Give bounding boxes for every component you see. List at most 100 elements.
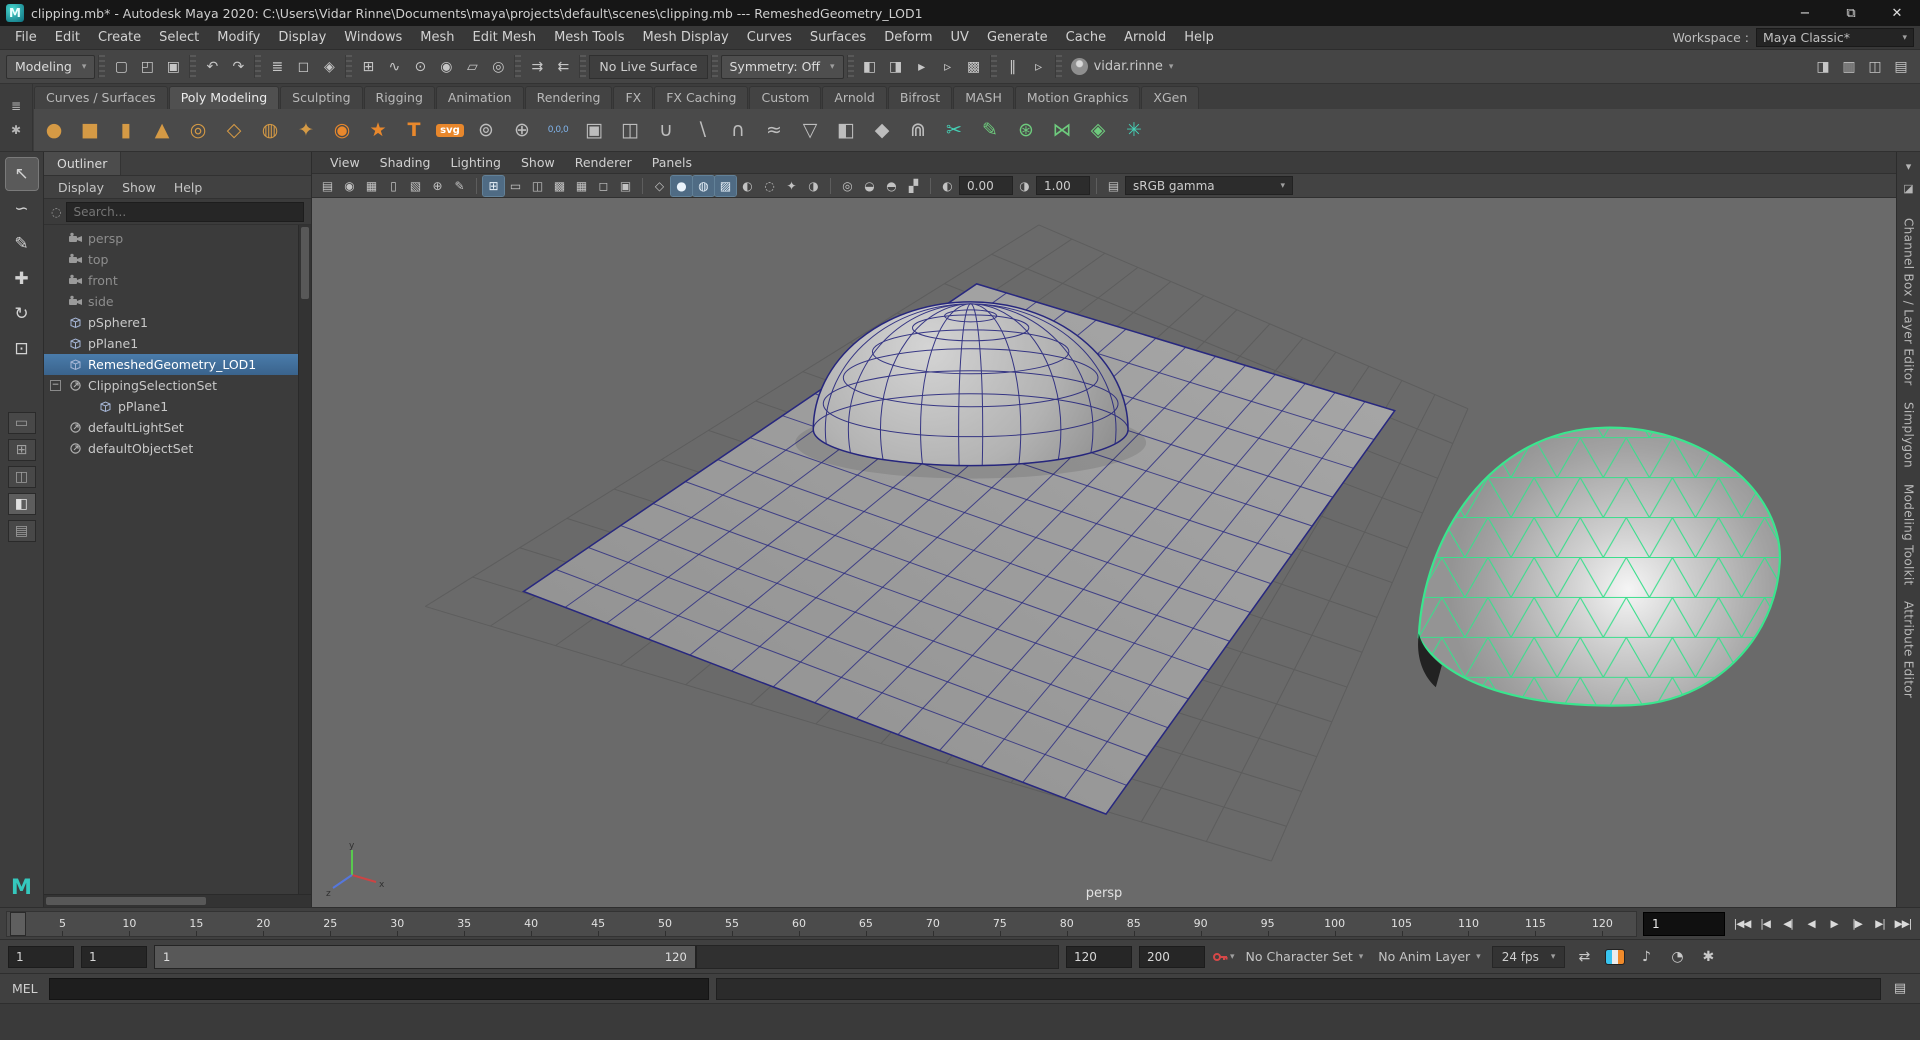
outliner-row-remeshedgeometry-lod1[interactable]: RemeshedGeometry_LOD1 [44,354,298,375]
symmetry-dropdown[interactable]: Symmetry: Off ▾ [721,55,844,79]
svg-tool-icon[interactable]: svg [433,113,467,147]
animation-preferences-icon[interactable]: ✱ [1696,945,1720,969]
poly-cone-icon[interactable]: ▲ [145,113,179,147]
collapse-handle[interactable] [189,55,196,78]
collapse-handle[interactable] [514,55,521,78]
timeline-tick[interactable]: 60 [765,912,832,936]
target-weld-icon[interactable]: ⊛ [1009,113,1043,147]
viewport-menu-item[interactable]: Show [511,155,565,170]
timeline-tick[interactable]: 120 [1569,912,1636,936]
menubar-item[interactable]: Create [89,26,150,49]
outliner-row-persp[interactable]: persp [44,228,298,249]
render-settings-icon[interactable]: ▩ [961,54,987,80]
open-render-view-icon[interactable]: ◧ [857,54,883,80]
minimize-button[interactable]: − [1782,0,1828,26]
poly-cylinder-icon[interactable]: ▮ [109,113,143,147]
command-language-toggle[interactable]: MEL [8,981,42,996]
viewport-menu-item[interactable]: Renderer [565,155,642,170]
menubar-item[interactable]: Surfaces [801,26,875,49]
gamma-icon[interactable]: ◑ [1014,176,1035,196]
shelf-tab[interactable]: Custom [749,86,821,109]
viewport-menu-item[interactable]: Lighting [440,155,511,170]
outliner-menu-item[interactable]: Display [50,180,112,195]
exposure-icon[interactable]: ◐ [937,176,958,196]
lighting-icon[interactable]: ✦ [781,176,802,196]
safe-action-icon[interactable]: ◻ [593,176,614,196]
viewport-menu-item[interactable]: View [320,155,370,170]
grid-toggle-icon[interactable]: ⊞ [483,176,504,196]
shelf-tab[interactable]: Arnold [822,86,886,109]
pause-viewport-icon[interactable]: ‖ [1000,54,1026,80]
select-object-icon[interactable]: ◻ [290,54,316,80]
menubar-item[interactable]: Help [1175,26,1223,49]
resume-viewport-icon[interactable]: ▹ [1026,54,1052,80]
layout-two-pane-button[interactable]: ◫ [8,466,36,488]
safe-title-icon[interactable]: ▣ [615,176,636,196]
gate-mask-icon[interactable]: ▩ [549,176,570,196]
collapse-handle[interactable] [990,55,997,78]
step-back-key-button[interactable]: ◀| [1777,912,1799,936]
timeline-tick[interactable]: 95 [1234,912,1301,936]
step-back-frame-button[interactable]: |◀ [1754,912,1776,936]
textured-icon[interactable]: ▨ [715,176,736,196]
toggle-modeling-toolkit-icon[interactable]: ◨ [1810,54,1836,80]
character-set-dropdown[interactable]: No Character Set ▾ [1242,949,1368,964]
menubar-item[interactable]: Edit Mesh [464,26,546,49]
timeline-tick[interactable]: 55 [699,912,766,936]
play-forwards-button[interactable]: ▶ [1823,912,1845,936]
collapse-handle[interactable] [98,55,105,78]
anim-layer-dropdown[interactable]: No Anim Layer ▾ [1374,949,1484,964]
shelf-tab[interactable]: Bifrost [888,86,952,109]
make-live-icon[interactable]: ◎ [485,54,511,80]
connect-icon[interactable]: ⋈ [1045,113,1079,147]
shelf-tab[interactable]: Animation [436,86,524,109]
snap-to-point-icon[interactable]: ⊙ [407,54,433,80]
boolean-difference-icon[interactable]: ∖ [685,113,719,147]
sphere-interactive-icon[interactable]: ◉ [325,113,359,147]
menubar-item[interactable]: Arnold [1115,26,1175,49]
wireframe-on-shaded-icon[interactable]: ◍ [693,176,714,196]
toggle-tool-settings-icon[interactable]: ◫ [1862,54,1888,80]
timeline-tick[interactable]: 70 [899,912,966,936]
range-active-region[interactable]: 1 120 [155,946,697,968]
outliner-row-front[interactable]: front [44,270,298,291]
remesh-icon[interactable]: ◈ [1081,113,1115,147]
redo-icon[interactable]: ↷ [225,54,251,80]
timeline-tick[interactable]: 110 [1435,912,1502,936]
menubar-item[interactable]: Mesh [411,26,463,49]
reduce-mesh-icon[interactable]: ▽ [793,113,827,147]
motion-blur-icon[interactable]: ◓ [881,176,902,196]
shelf-menu-icon[interactable]: ≣ [11,99,21,113]
outliner-row-defaultlightset[interactable]: defaultLightSet [44,417,298,438]
timeline-tick[interactable]: 45 [565,912,632,936]
sidebar-options-icon[interactable]: ▾ [1900,158,1918,174]
timeline-tick[interactable]: 5 [29,912,96,936]
snap-align-icon[interactable]: ⊕ [505,113,539,147]
select-component-icon[interactable]: ◈ [316,54,342,80]
move-to-origin-icon[interactable]: 0,0,0 [541,113,575,147]
snap-to-view-plane-icon[interactable]: ▱ [459,54,485,80]
menubar-item[interactable]: Curves [738,26,801,49]
go-to-end-button[interactable]: ▶▶| [1892,912,1914,936]
collapse-handle[interactable] [345,55,352,78]
timeline-tick[interactable]: 15 [163,912,230,936]
range-track[interactable]: 1 120 [154,945,1059,969]
type-tool-icon[interactable]: T [397,113,431,147]
color-management-icon[interactable]: ▤ [1103,176,1124,196]
collapse-handle[interactable] [711,55,718,78]
shelf-tab[interactable]: FX [613,86,653,109]
paint-select-tool[interactable]: ✎ [6,228,38,260]
timeline-tick[interactable]: 40 [498,912,565,936]
collapse-handle[interactable] [847,55,854,78]
animation-end-field[interactable]: 200 [1139,946,1205,968]
menubar-item[interactable]: Edit [46,26,89,49]
playback-speed-icon[interactable]: ◔ [1665,945,1689,969]
collapse-handle[interactable] [254,55,261,78]
layout-single-pane-button[interactable]: ▭ [8,412,36,434]
command-input[interactable] [49,978,709,1000]
render-sequence-icon[interactable]: ▹ [935,54,961,80]
pan-zoom-icon[interactable]: ⊕ [427,176,448,196]
menubar-item[interactable]: Windows [335,26,411,49]
snap-to-projected-center-icon[interactable]: ◉ [433,54,459,80]
step-forward-frame-button[interactable]: ▶| [1869,912,1891,936]
